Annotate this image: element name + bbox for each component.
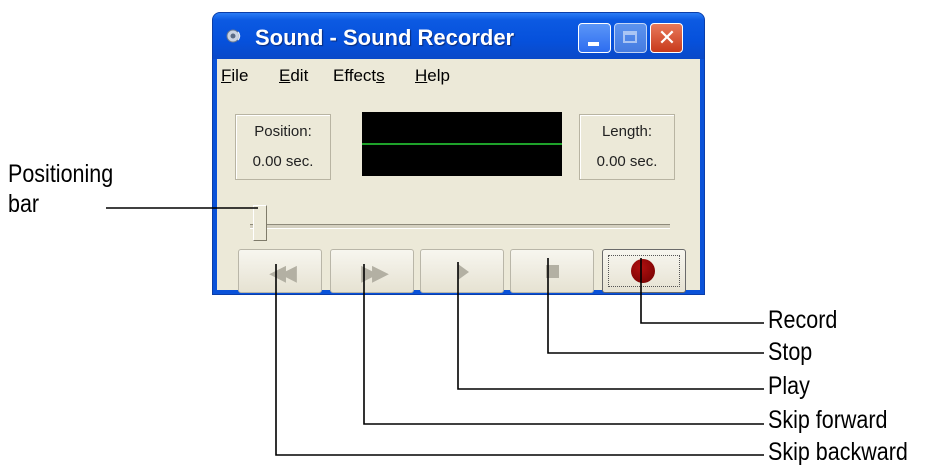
callout-stop: Stop bbox=[768, 338, 813, 366]
record-leader bbox=[640, 258, 764, 324]
skip-backward-leader bbox=[275, 264, 764, 456]
callout-skip-forward: Skip forward bbox=[768, 406, 888, 434]
play-leader bbox=[457, 262, 764, 390]
callout-positioning-bar-line1: Positioning bbox=[8, 160, 114, 188]
stop-leader bbox=[547, 258, 764, 354]
callout-positioning-bar-line2: bar bbox=[8, 190, 40, 218]
callout-lines bbox=[106, 207, 764, 456]
skip-forward-leader bbox=[363, 264, 764, 425]
callout-record: Record bbox=[768, 306, 838, 334]
callout-play: Play bbox=[768, 372, 810, 400]
callout-skip-backward: Skip backward bbox=[768, 438, 908, 466]
